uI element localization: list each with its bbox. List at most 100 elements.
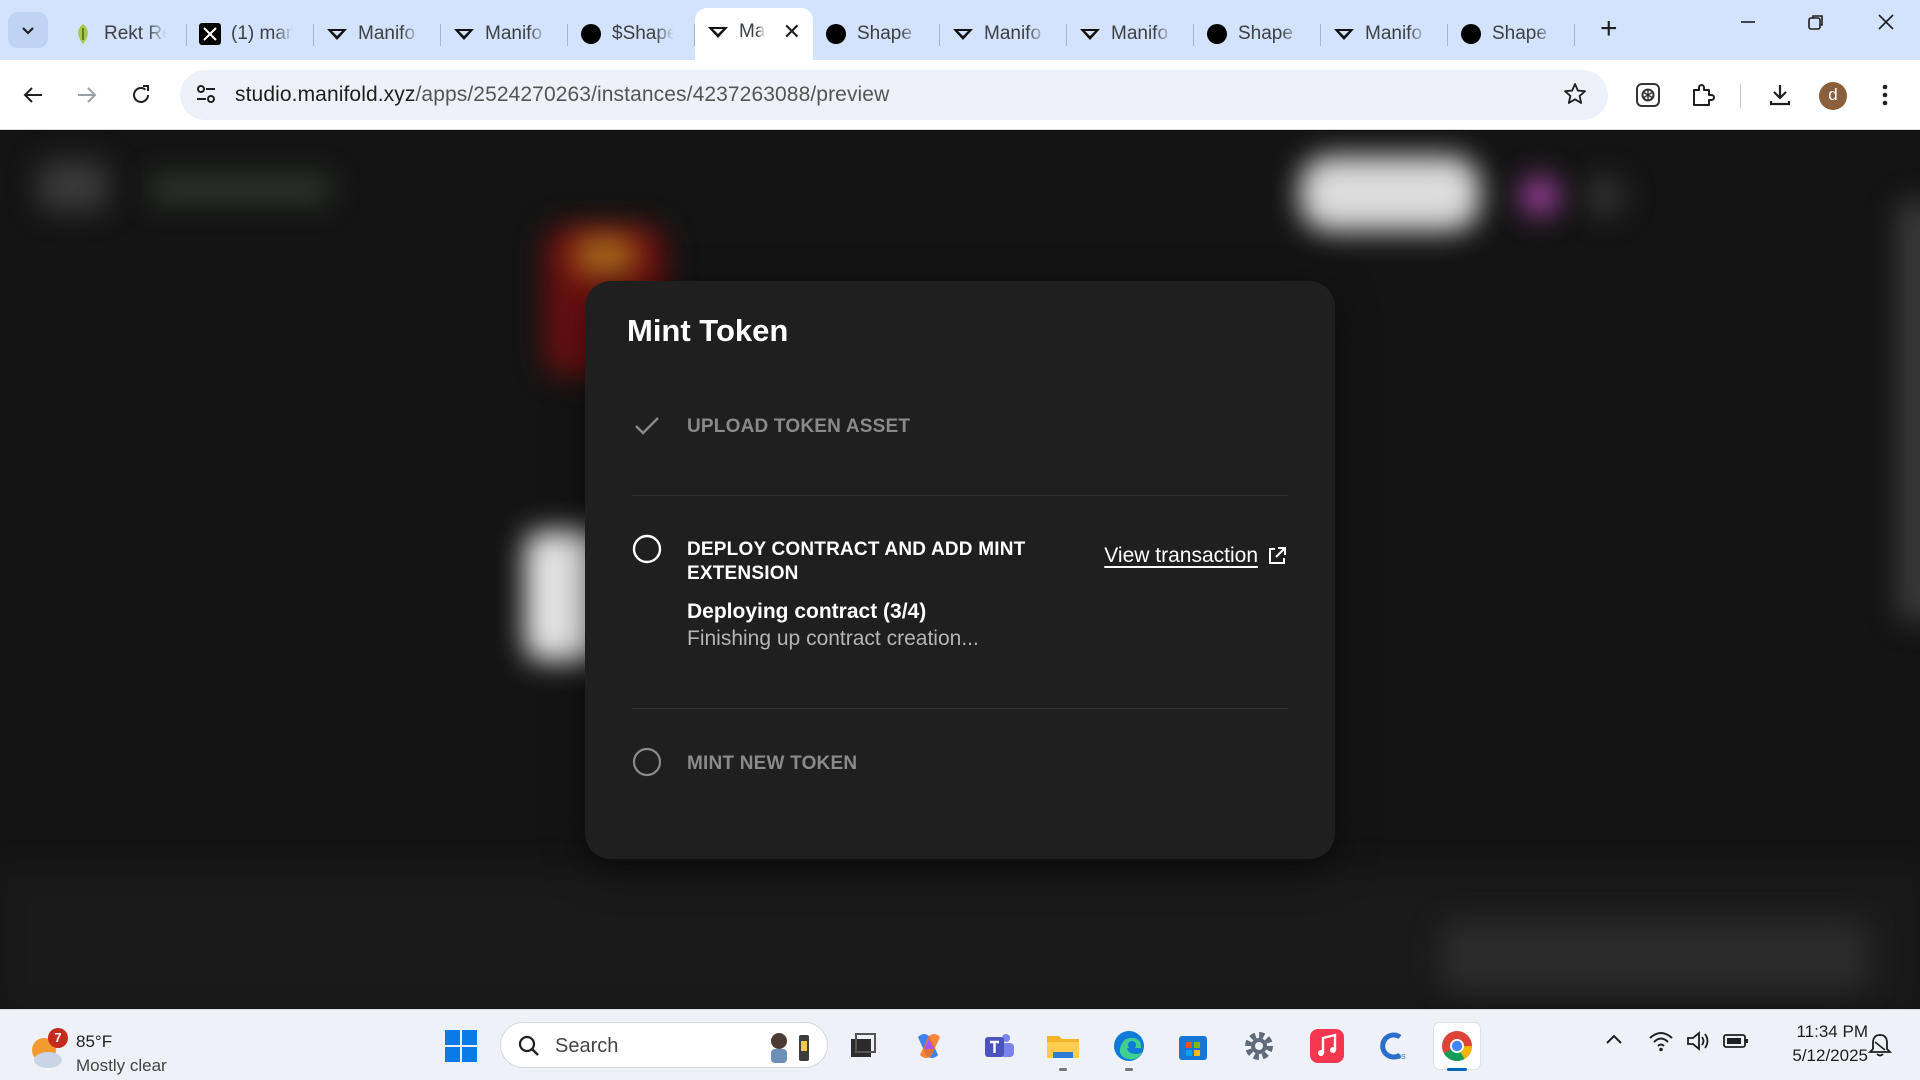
shape-favicon-icon xyxy=(580,23,602,45)
running-indicator xyxy=(1059,1068,1067,1071)
tab-title: Manifo xyxy=(1111,23,1169,44)
ccleaner-icon: CS xyxy=(1380,1032,1406,1061)
tab-manifold-3[interactable]: Manifo xyxy=(940,12,1067,56)
system-clock[interactable]: 11:34 PM 5/12/2025 xyxy=(1760,1020,1868,1068)
tab-title: Shape xyxy=(857,23,912,44)
profile-avatar[interactable]: d xyxy=(1819,82,1847,110)
minimize-icon[interactable] xyxy=(1728,10,1768,38)
windows-start-button[interactable] xyxy=(438,1023,484,1069)
search-placeholder: Search xyxy=(555,1035,619,1057)
tab-rekt[interactable]: Rekt Re xyxy=(60,12,187,56)
tab-title: Manifo xyxy=(485,23,543,44)
step-label-line1: DEPLOY CONTRACT AND ADD MINT xyxy=(687,539,1026,560)
blurred-artwork-highlight xyxy=(575,236,635,276)
back-arrow-icon[interactable] xyxy=(16,78,50,112)
step-label: MINT NEW TOKEN xyxy=(687,753,858,774)
tab-shape-1[interactable]: $Shape xyxy=(568,12,695,56)
tab-shape-2[interactable]: Shape xyxy=(813,12,940,56)
tab-search-button[interactable] xyxy=(8,12,48,48)
tab-title: Manifo xyxy=(358,23,416,44)
battery-icon[interactable] xyxy=(1722,1030,1750,1057)
tab-manifold-4[interactable]: Manifo xyxy=(1067,12,1194,56)
close-window-icon[interactable] xyxy=(1866,10,1906,38)
view-transaction-link[interactable]: View transaction xyxy=(1104,544,1288,568)
reload-icon[interactable] xyxy=(124,78,158,112)
modal-title: Mint Token xyxy=(627,313,789,348)
tab-title: Shape xyxy=(1492,23,1547,44)
tab-strip: Rekt Re (1) mar Manifo Manifo $Shape Ma … xyxy=(0,0,1920,60)
task-view-app[interactable] xyxy=(840,1023,886,1069)
file-explorer-app[interactable] xyxy=(1040,1023,1086,1071)
clock-time: 11:34 PM xyxy=(1796,1022,1868,1041)
step-label: UPLOAD TOKEN ASSET xyxy=(687,416,911,437)
blurred-sidebar xyxy=(1898,201,1920,621)
settings-app[interactable] xyxy=(1236,1023,1282,1069)
teams-icon xyxy=(985,1034,1014,1057)
edge-icon xyxy=(1114,1031,1144,1061)
step-label-line2: EXTENSION xyxy=(687,563,799,584)
restore-icon[interactable] xyxy=(1796,10,1836,38)
windows-logo-icon xyxy=(445,1030,477,1062)
step-deploy-contract: DEPLOY CONTRACT AND ADD MINT EXTENSION Vi… xyxy=(632,534,1288,650)
store-icon xyxy=(1179,1036,1207,1060)
manifold-favicon-icon xyxy=(453,23,475,45)
site-info-tune-icon[interactable] xyxy=(194,82,218,111)
weather-widget[interactable]: 7 85°F Mostly clear xyxy=(26,1022,206,1075)
blurred-menu xyxy=(1585,176,1625,216)
chevron-down-icon xyxy=(22,27,34,35)
rekt-favicon-icon xyxy=(72,23,94,45)
blurred-logo xyxy=(38,161,108,211)
address-bar[interactable]: studio.manifold.xyz/apps/2524270263/inst… xyxy=(180,70,1608,120)
taskbar-search-box[interactable]: Search xyxy=(500,1022,828,1068)
copilot-app[interactable] xyxy=(906,1023,952,1069)
step-label: DEPLOY CONTRACT AND ADD MINT EXTENSION xyxy=(687,538,1025,586)
tab-manifold-1[interactable]: Manifo xyxy=(314,12,441,56)
new-tab-plus-icon[interactable]: + xyxy=(1600,14,1618,44)
circle-progress-icon xyxy=(632,534,662,564)
running-indicator xyxy=(1447,1068,1467,1071)
forward-arrow-icon[interactable] xyxy=(70,78,104,112)
close-tab-icon[interactable]: ✕ xyxy=(783,19,801,45)
wifi-icon[interactable] xyxy=(1648,1030,1674,1057)
tab-title: Manifo xyxy=(984,23,1042,44)
show-hidden-icons-chevron-up-icon[interactable] xyxy=(1604,1030,1624,1055)
microsoft-store-app[interactable] xyxy=(1170,1023,1216,1069)
running-indicator xyxy=(1125,1068,1133,1071)
checkmark-icon xyxy=(632,411,662,441)
tab-title: Shape xyxy=(1238,23,1293,44)
tab-title: Ma xyxy=(739,21,765,42)
chatgpt-extension-icon[interactable] xyxy=(1631,78,1665,112)
volume-icon[interactable] xyxy=(1686,1030,1712,1057)
manifold-favicon-icon xyxy=(1079,23,1101,45)
blurred-nav xyxy=(150,176,330,202)
svg-text:CS: CS xyxy=(1396,1054,1406,1061)
downloads-icon[interactable] xyxy=(1763,78,1797,112)
tab-title: Manifo xyxy=(1365,23,1423,44)
tab-x[interactable]: (1) mar xyxy=(187,12,314,56)
tab-shape-3[interactable]: Shape xyxy=(1194,12,1321,56)
ccleaner-app[interactable]: CS xyxy=(1370,1023,1416,1069)
apple-music-app[interactable] xyxy=(1304,1023,1350,1069)
url-text: studio.manifold.xyz/apps/2524270263/inst… xyxy=(235,83,889,107)
bookmark-star-icon[interactable] xyxy=(1562,81,1588,112)
teams-app[interactable] xyxy=(976,1023,1022,1069)
tab-shape-4[interactable]: Shape xyxy=(1448,12,1575,56)
step-mint-new-token: MINT NEW TOKEN xyxy=(632,747,1288,787)
deploy-status-text: Finishing up contract creation... xyxy=(687,627,979,650)
step-divider xyxy=(632,708,1288,709)
tab-manifold-active[interactable]: Ma ✕ xyxy=(695,8,813,60)
tab-manifold-5[interactable]: Manifo xyxy=(1321,12,1448,56)
chrome-app[interactable] xyxy=(1434,1023,1480,1071)
more-menu-icon[interactable] xyxy=(1868,78,1902,112)
shape-favicon-icon xyxy=(1206,23,1228,45)
url-host: studio.manifold.xyz xyxy=(235,83,416,106)
tab-list: Rekt Re (1) mar Manifo Manifo $Shape Ma … xyxy=(60,8,1575,60)
weather-temperature: 85°F xyxy=(76,1032,113,1051)
gear-icon xyxy=(1245,1032,1273,1060)
deploy-status-title: Deploying contract (3/4) xyxy=(687,600,927,623)
notification-bell-icon[interactable] xyxy=(1867,1032,1893,1063)
tab-manifold-2[interactable]: Manifo xyxy=(441,12,568,56)
url-path: /apps/2524270263/instances/4237263088/pr… xyxy=(415,83,890,106)
edge-app[interactable] xyxy=(1106,1023,1152,1071)
extensions-puzzle-icon[interactable] xyxy=(1686,78,1720,112)
